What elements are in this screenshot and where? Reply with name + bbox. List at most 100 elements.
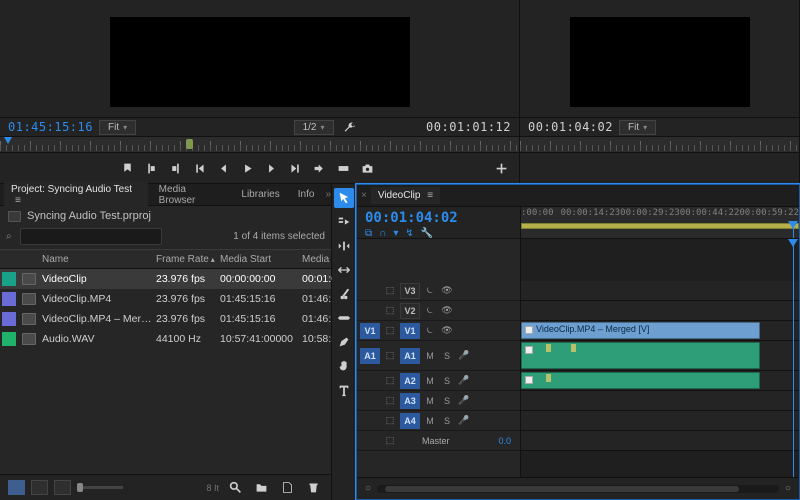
tool-ripple-edit[interactable] <box>334 236 354 256</box>
clip-video[interactable]: VideoClip.MP4 – Merged [V] <box>521 322 760 339</box>
fx-badge-icon[interactable] <box>525 326 533 334</box>
new-item-button[interactable] <box>277 479 297 497</box>
tab-info[interactable]: Info <box>291 186 322 203</box>
mute-button[interactable]: M <box>423 394 437 408</box>
timeline-playhead-line[interactable] <box>793 239 794 477</box>
source-resolution-dropdown[interactable]: 1/2▾ <box>294 120 334 135</box>
linked-selection-icon[interactable]: ∩ <box>379 228 386 239</box>
track-header-a2[interactable]: ⬚ A2 M S 🎤 <box>357 371 520 391</box>
tab-media-browser[interactable]: Media Browser <box>152 181 231 209</box>
col-name[interactable]: Name <box>42 254 154 265</box>
voice-over-icon[interactable]: 🎤 <box>457 394 471 408</box>
track-target[interactable]: V3 <box>400 283 420 299</box>
mark-out-button[interactable] <box>166 159 186 177</box>
lane-v3[interactable] <box>521 281 799 301</box>
track-target[interactable]: A2 <box>400 373 420 389</box>
freeform-view-button[interactable] <box>54 480 71 495</box>
track-target[interactable]: A4 <box>400 413 420 429</box>
panel-overflow-icon[interactable]: » <box>325 189 327 200</box>
track-target[interactable]: V2 <box>400 303 420 319</box>
settings-button[interactable] <box>340 118 360 136</box>
project-search-input[interactable] <box>20 228 162 245</box>
project-row[interactable]: Audio.WAV 44100 Hz 10:57:41:00000 10:58:… <box>0 329 331 349</box>
lock-icon[interactable]: ⬚ <box>383 324 397 338</box>
master-value[interactable]: 0.0 <box>498 436 511 446</box>
mute-button[interactable]: M <box>423 414 437 428</box>
step-back-button[interactable] <box>214 159 234 177</box>
col-media-start[interactable]: Media Start <box>220 254 300 265</box>
tool-slip[interactable] <box>334 308 354 328</box>
fx-badge-icon[interactable] <box>525 346 533 354</box>
col-framerate[interactable]: Frame Rate▴ <box>156 254 218 265</box>
go-to-in-button[interactable] <box>190 159 210 177</box>
settings-icon[interactable]: ↯ <box>405 228 413 239</box>
clip-audio[interactable] <box>521 342 760 369</box>
find-button[interactable] <box>225 479 245 497</box>
icon-view-button[interactable] <box>31 480 48 495</box>
circle-icon[interactable]: ○ <box>365 483 371 494</box>
source-viewport[interactable] <box>0 0 519 117</box>
track-header-v1[interactable]: V1 ⬚ V1 ⏾ 👁 <box>357 321 520 341</box>
toggle-output-icon[interactable]: ⏾ <box>423 324 437 338</box>
button-editor[interactable] <box>491 159 511 177</box>
mute-button[interactable]: M <box>423 374 437 388</box>
clip-audio[interactable] <box>521 372 760 389</box>
lock-icon[interactable]: ⬚ <box>383 414 397 428</box>
insert-button[interactable] <box>310 159 330 177</box>
lock-icon[interactable]: ⬚ <box>383 394 397 408</box>
project-row[interactable]: VideoClip.MP4 23.976 fps 01:45:15:16 01:… <box>0 289 331 309</box>
track-area[interactable]: VideoClip.MP4 – Merged [V] <box>521 239 799 477</box>
list-view-button[interactable] <box>8 480 25 495</box>
voice-over-icon[interactable]: 🎤 <box>457 374 471 388</box>
tab-libraries[interactable]: Libraries <box>234 186 286 203</box>
label-swatch[interactable] <box>2 292 16 306</box>
snap-icon[interactable]: ⧉ <box>365 228 372 239</box>
export-frame-button[interactable] <box>358 159 378 177</box>
tool-track-select[interactable] <box>334 212 354 232</box>
program-viewport[interactable] <box>520 0 799 117</box>
track-header-a3[interactable]: ⬚ A3 M S 🎤 <box>357 391 520 411</box>
solo-button[interactable]: S <box>440 374 454 388</box>
add-marker-button[interactable] <box>118 159 138 177</box>
lock-icon[interactable]: ⬚ <box>383 284 397 298</box>
source-out-timecode[interactable]: 00:01:01:12 <box>366 120 511 134</box>
tool-type[interactable] <box>334 380 354 400</box>
track-header-v2[interactable]: ⬚ V2 ⏾ 👁 <box>357 301 520 321</box>
label-swatch[interactable] <box>2 272 16 286</box>
lane-a2[interactable] <box>521 371 799 391</box>
go-to-out-button[interactable] <box>286 159 306 177</box>
new-bin-button[interactable] <box>251 479 271 497</box>
tab-sequence[interactable]: VideoClip ≡ <box>371 187 440 204</box>
source-patch[interactable]: V1 <box>360 323 380 339</box>
panel-menu-icon[interactable]: ≡ <box>427 190 433 201</box>
wrench-icon[interactable]: 🔧 <box>421 228 433 239</box>
lane-a4[interactable] <box>521 411 799 431</box>
label-swatch[interactable] <box>2 312 16 326</box>
track-header-v3[interactable]: ⬚ V3 ⏾ 👁 <box>357 281 520 301</box>
solo-button[interactable]: S <box>440 394 454 408</box>
lock-icon[interactable]: ⬚ <box>383 374 397 388</box>
source-fit-dropdown[interactable]: Fit▾ <box>99 120 136 135</box>
timeline-h-scrollbar[interactable] <box>377 485 779 493</box>
project-row[interactable]: VideoClip 23.976 fps 00:00:00:00 00:01:0 <box>0 269 331 289</box>
fx-badge-icon[interactable] <box>525 376 533 384</box>
clip-marker-icon[interactable] <box>546 374 551 382</box>
overwrite-button[interactable] <box>334 159 354 177</box>
timeline-playhead[interactable] <box>793 221 794 238</box>
lane-v2[interactable] <box>521 301 799 321</box>
tool-selection[interactable] <box>334 188 354 208</box>
program-fit-dropdown[interactable]: Fit▾ <box>619 120 656 135</box>
tool-pen[interactable] <box>334 332 354 352</box>
lock-icon[interactable]: ⬚ <box>383 304 397 318</box>
delete-button[interactable] <box>303 479 323 497</box>
mute-button[interactable]: M <box>423 349 437 363</box>
thumbnail-zoom-slider[interactable] <box>77 486 123 489</box>
voice-over-icon[interactable]: 🎤 <box>457 414 471 428</box>
program-ruler[interactable] <box>520 137 799 153</box>
label-swatch[interactable] <box>2 332 16 346</box>
clip-marker-icon[interactable] <box>546 344 551 352</box>
track-header-a4[interactable]: ⬚ A4 M S 🎤 <box>357 411 520 431</box>
lock-icon[interactable]: ⬚ <box>383 434 397 448</box>
work-area-bar[interactable] <box>521 223 799 229</box>
tool-razor[interactable] <box>334 284 354 304</box>
